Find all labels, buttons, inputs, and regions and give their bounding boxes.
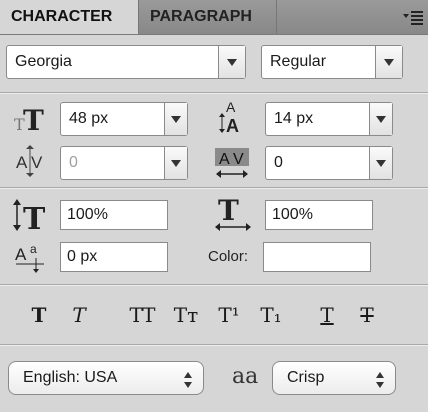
font-style-select[interactable]: Regular	[261, 45, 403, 79]
svg-text:T: T	[23, 104, 44, 134]
divider	[0, 284, 428, 286]
antialias-icon: aa	[232, 364, 259, 389]
language-value: English: USA	[23, 369, 118, 386]
vertical-scale-icon: T	[12, 198, 52, 237]
tab-character[interactable]: CHARACTER	[0, 0, 139, 34]
antialias-select[interactable]: Crisp	[272, 361, 396, 395]
color-label: Color:	[208, 248, 249, 265]
tab-paragraph[interactable]: PARAGRAPH	[139, 0, 277, 34]
underline-button[interactable]: T	[310, 300, 344, 330]
horizontal-scale-icon: T	[214, 194, 254, 237]
font-family-select[interactable]: Georgia	[6, 45, 246, 79]
horizontal-scale-field[interactable]: 100%	[265, 200, 373, 230]
panel-menu-icon[interactable]	[402, 8, 424, 26]
font-family-value: Georgia	[15, 53, 72, 70]
svg-text:A: A	[226, 116, 239, 136]
chevron-down-icon[interactable]	[369, 147, 392, 179]
baseline-shift-value: 0 px	[67, 248, 98, 265]
chevron-down-icon[interactable]	[164, 103, 187, 135]
kerning-select[interactable]: 0	[60, 146, 188, 180]
strikethrough-button[interactable]: T	[350, 300, 384, 330]
tab-bar: CHARACTER PARAGRAPH	[0, 0, 428, 35]
kerning-icon: A V	[12, 144, 48, 183]
subscript-button[interactable]: T₁	[254, 300, 288, 330]
font-size-icon: T T	[12, 104, 48, 139]
updown-arrows-icon	[183, 369, 193, 388]
svg-text:A: A	[16, 153, 28, 172]
chevron-down-icon[interactable]	[164, 147, 187, 179]
svg-text:T: T	[23, 202, 46, 232]
horizontal-scale-value: 100%	[272, 206, 313, 223]
svg-text:T: T	[218, 196, 239, 227]
tracking-icon: A V	[214, 146, 252, 185]
small-caps-button[interactable]: Tт	[168, 300, 204, 330]
divider	[0, 344, 428, 346]
all-caps-button[interactable]: TT	[122, 300, 162, 330]
tracking-value: 0	[274, 154, 283, 171]
divider	[0, 92, 428, 94]
updown-arrows-icon	[375, 369, 385, 388]
character-panel: CHARACTER PARAGRAPH Georgia Regular T T …	[0, 0, 428, 412]
kerning-value: 0	[69, 154, 78, 171]
chevron-down-icon[interactable]	[369, 103, 392, 135]
leading-value: 14 px	[274, 110, 314, 127]
tracking-select[interactable]: 0	[265, 146, 393, 180]
baseline-shift-icon: A a	[14, 240, 50, 279]
faux-italic-button[interactable]: T	[62, 300, 96, 330]
svg-text:A: A	[226, 99, 236, 115]
language-select[interactable]: English: USA	[8, 361, 204, 395]
superscript-button[interactable]: T¹	[212, 300, 246, 330]
vertical-scale-value: 100%	[67, 206, 108, 223]
chevron-down-icon[interactable]	[218, 46, 245, 78]
font-size-select[interactable]: 48 px	[60, 102, 188, 136]
leading-select[interactable]: 14 px	[265, 102, 393, 136]
vertical-scale-field[interactable]: 100%	[60, 200, 168, 230]
divider	[0, 187, 428, 189]
faux-bold-button[interactable]: T	[22, 300, 56, 330]
svg-text:A: A	[219, 151, 230, 168]
color-swatch[interactable]	[263, 242, 371, 272]
chevron-down-icon[interactable]	[375, 46, 402, 78]
leading-icon: A A	[218, 98, 250, 141]
baseline-shift-field[interactable]: 0 px	[60, 242, 168, 272]
svg-text:A: A	[15, 245, 27, 264]
svg-text:V: V	[233, 151, 244, 168]
font-style-value: Regular	[270, 53, 327, 70]
antialias-value: Crisp	[287, 369, 325, 386]
svg-text:V: V	[31, 153, 43, 172]
font-size-value: 48 px	[69, 110, 109, 127]
svg-text:a: a	[30, 242, 37, 256]
